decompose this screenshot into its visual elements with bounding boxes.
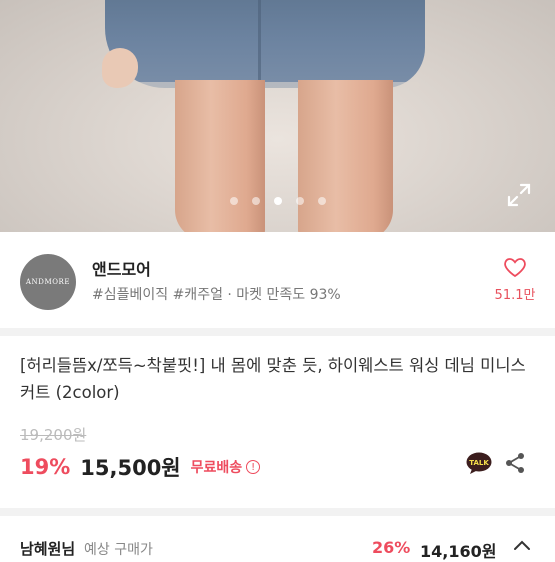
- kakao-talk-icon[interactable]: TALK: [466, 452, 492, 474]
- right-leg: [298, 80, 393, 232]
- price-row: 19% 15,500원 무료배송 !: [20, 452, 261, 482]
- svg-text:TALK: TALK: [469, 459, 489, 467]
- left-leg: [175, 80, 265, 232]
- expected-discount: 26%: [372, 538, 411, 557]
- sale-price: 15,500원: [80, 456, 181, 480]
- like-button[interactable]: 51.1만: [490, 256, 540, 303]
- seller-section[interactable]: ANDMORE 앤드모어 #심플베이직 #캐주얼 · 마켓 만족도 93% 51…: [0, 232, 555, 328]
- info-icon[interactable]: !: [246, 460, 261, 474]
- expected-price-label: 예상 구매가: [84, 542, 153, 558]
- share-icon[interactable]: [504, 452, 526, 474]
- chevron-up-icon[interactable]: [512, 538, 532, 552]
- free-shipping-label: 무료배송: [190, 460, 243, 476]
- gallery-dot[interactable]: [229, 197, 238, 205]
- denim-skirt: [105, 0, 425, 88]
- product-title: [허리들뜸x/쪼득~착붙핏!] 내 몸에 맞춘 듯, 하이웨스트 워싱 데님 미…: [20, 356, 526, 402]
- gallery-dot-active[interactable]: [273, 197, 282, 205]
- heart-icon: [504, 258, 526, 278]
- discount-rate: 19%: [20, 455, 71, 479]
- seller-name[interactable]: 앤드모어: [92, 256, 151, 280]
- gallery-pagination[interactable]: [0, 197, 555, 205]
- original-price: 19,200원: [20, 426, 87, 444]
- expand-icon[interactable]: [506, 182, 532, 208]
- like-count: 51.1만: [494, 288, 536, 303]
- seller-logo-text: ANDMORE: [25, 278, 71, 286]
- user-name: 남혜원님: [20, 540, 76, 558]
- gallery-dot[interactable]: [317, 197, 326, 205]
- expected-price-bar[interactable]: 남혜원님 예상 구매가 26% 14,160원: [0, 516, 555, 561]
- seller-tags: #심플베이직 #캐주얼 · 마켓 만족도 93%: [92, 287, 341, 303]
- expected-price: 14,160원: [420, 542, 497, 561]
- seller-logo[interactable]: ANDMORE: [20, 254, 76, 310]
- gallery-dot[interactable]: [295, 197, 304, 205]
- product-image-gallery[interactable]: [0, 0, 555, 232]
- skirt-seam: [258, 0, 261, 88]
- section-divider: [0, 328, 555, 336]
- gallery-dot[interactable]: [251, 197, 260, 205]
- section-divider: [0, 508, 555, 516]
